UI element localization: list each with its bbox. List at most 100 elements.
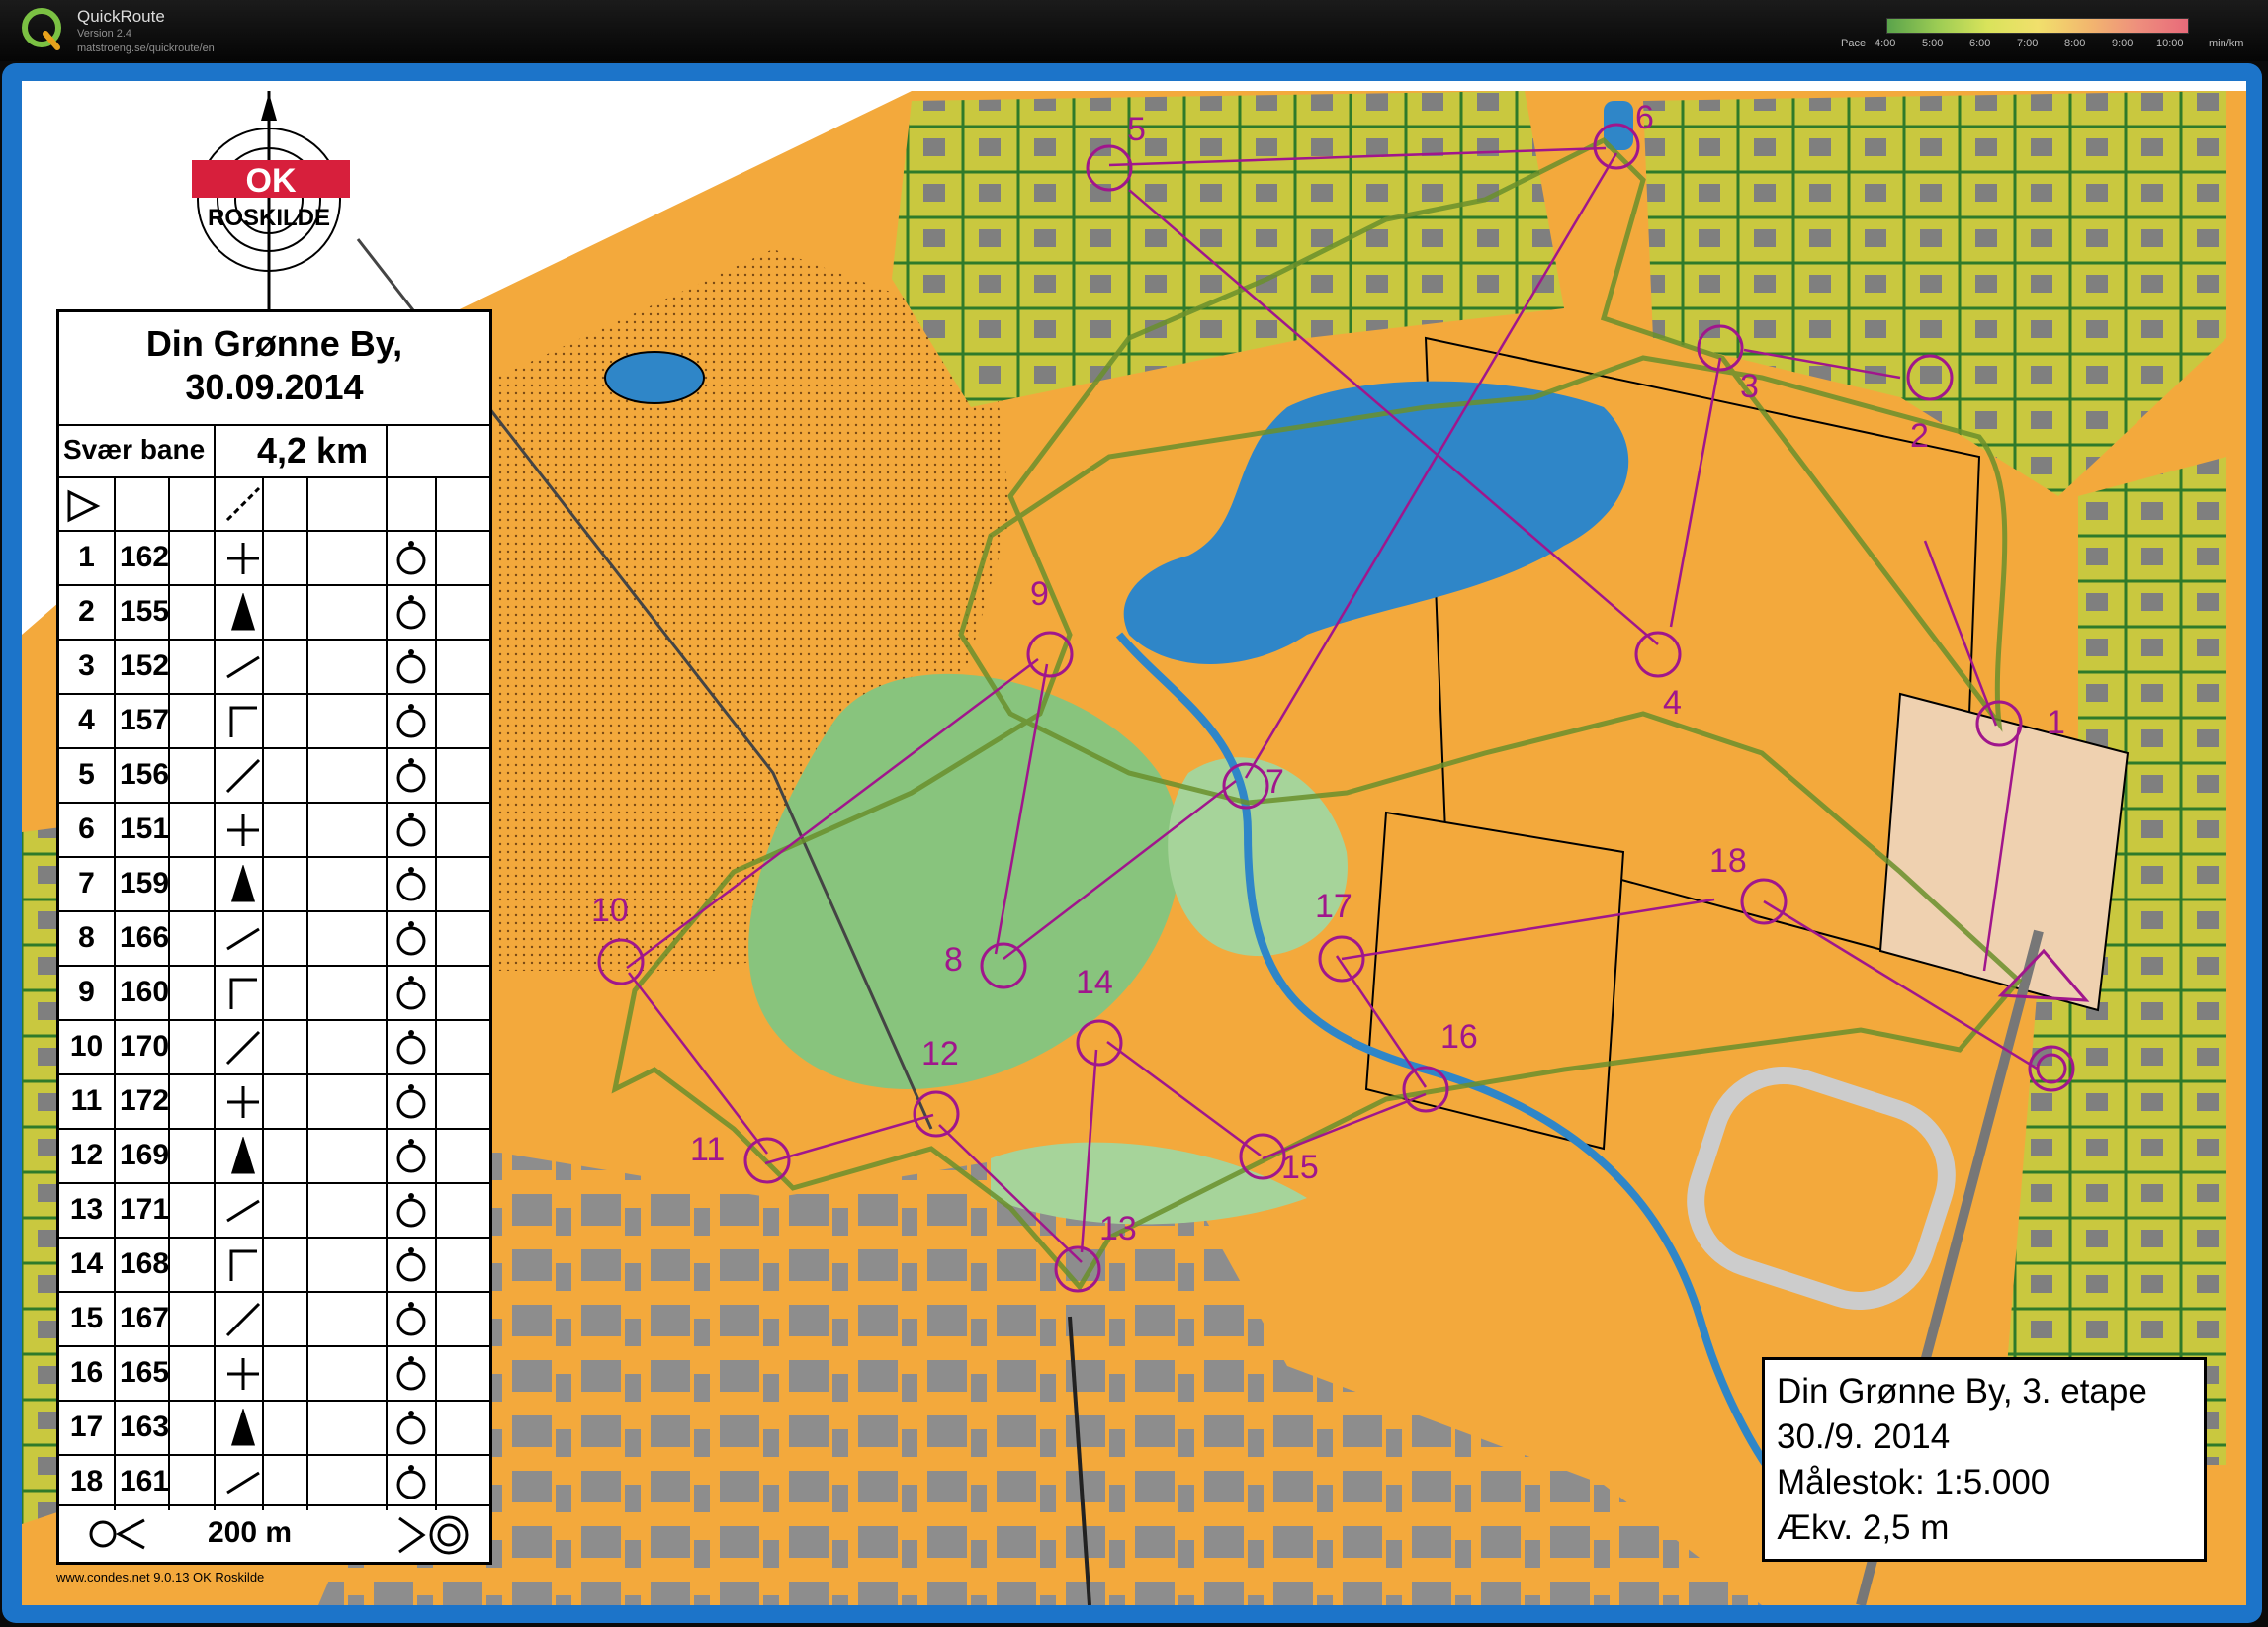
position-symbol-icon (396, 1302, 426, 1336)
pace-label: Pace (1841, 38, 1867, 49)
control-label: 13 (1099, 1210, 1137, 1247)
control-code: 172 (119, 1084, 170, 1117)
control-row: 12 169 (59, 1128, 489, 1184)
pace-tick: 5:00 (1922, 38, 1944, 49)
control-number: 15 (69, 1302, 104, 1334)
feature-symbol-icon (230, 1137, 256, 1174)
position-symbol-icon (396, 704, 426, 738)
control-row: 4 157 (59, 693, 489, 749)
control-label: 5 (1127, 111, 1146, 148)
control-code: 155 (119, 595, 170, 628)
control-number: 4 (78, 704, 95, 736)
start-triangle-icon (67, 489, 101, 523)
control-label: 11 (690, 1131, 725, 1168)
svg-text:ROSKILDE: ROSKILDE (208, 205, 330, 231)
event-title: Din Grønne By, 30.09.2014 (145, 323, 403, 407)
feature-symbol-icon (229, 706, 257, 737)
app-version: Version 2.4 (77, 28, 132, 40)
control-label: 3 (1740, 368, 1759, 405)
control-label: 14 (1076, 964, 1113, 1001)
course-header-row: Svær bane 4,2 km (59, 424, 489, 478)
app-title: QuickRoute (77, 7, 165, 26)
control-label: 8 (944, 941, 963, 979)
pace-tick: 7:00 (2017, 38, 2039, 49)
control-row: 18 161 (59, 1454, 489, 1510)
control-code: 171 (119, 1193, 170, 1226)
svg-text:OK: OK (246, 162, 297, 200)
control-code: 156 (119, 758, 170, 791)
control-row: 13 171 (59, 1182, 489, 1239)
position-symbol-icon (396, 867, 426, 901)
control-number: 10 (69, 1030, 104, 1063)
pace-color-scale (1886, 18, 2189, 34)
title-bar: QuickRoute Version 2.4 matstroeng.se/qui… (0, 0, 2268, 61)
info-scale: Målestok: 1:5.000 (1777, 1463, 2050, 1501)
pace-tick: 9:00 (2112, 38, 2134, 49)
course-name: Svær bane (63, 434, 206, 465)
control-code: 166 (119, 921, 170, 954)
position-symbol-icon (396, 758, 426, 793)
control-label: 1 (2047, 704, 2065, 741)
feature-symbol-icon (226, 927, 260, 951)
control-label: 4 (1663, 684, 1682, 722)
control-number: 11 (70, 1084, 103, 1117)
pace-tick: 6:00 (1969, 38, 1991, 49)
feature-symbol-icon (226, 1199, 260, 1223)
app-url: matstroeng.se/quickroute/en (77, 43, 215, 54)
feature-symbol-icon (225, 1302, 261, 1337)
control-label: 15 (1281, 1149, 1319, 1186)
feature-symbol-icon (229, 1249, 257, 1281)
pace-tick: 10:00 (2156, 38, 2184, 49)
control-code: 152 (119, 649, 170, 682)
info-date: 30./9. 2014 (1777, 1417, 1951, 1456)
position-symbol-icon (396, 1084, 426, 1119)
control-label: 10 (591, 892, 629, 929)
credit-text: www.condes.net 9.0.13 OK Roskilde (56, 1570, 265, 1584)
control-row: 16 165 (59, 1345, 489, 1402)
control-row: 3 152 (59, 639, 489, 695)
control-label: 12 (921, 1035, 959, 1072)
position-symbol-icon (396, 541, 426, 575)
finish-arrow-icon (89, 1518, 145, 1550)
control-code: 159 (119, 867, 170, 899)
control-number: 16 (69, 1356, 104, 1389)
feature-symbol-icon (226, 655, 260, 679)
control-number: 8 (78, 921, 95, 954)
control-code: 170 (119, 1030, 170, 1063)
position-symbol-icon (396, 1247, 426, 1282)
control-number: 17 (69, 1411, 104, 1443)
control-row: 8 166 (59, 910, 489, 967)
pace-unit: min/km (2209, 38, 2244, 49)
control-code: 160 (119, 976, 170, 1008)
control-label: 6 (1635, 99, 1654, 136)
feature-symbol-icon (225, 1030, 261, 1066)
control-label: 7 (1265, 763, 1284, 801)
control-label: 2 (1910, 417, 1929, 455)
control-row: 5 156 (59, 747, 489, 804)
control-code: 163 (119, 1411, 170, 1443)
control-number: 13 (69, 1193, 104, 1226)
feature-symbol-icon (227, 1086, 259, 1118)
position-symbol-icon (396, 1030, 426, 1065)
map-info-box: Din Grønne By, 3. etape 30./9. 2014 Måle… (1762, 1357, 2207, 1562)
start-row (59, 476, 489, 532)
control-label: 18 (1709, 842, 1747, 880)
info-contour: Ækv. 2,5 m (1777, 1508, 1950, 1547)
position-symbol-icon (396, 1465, 426, 1499)
control-number: 1 (78, 541, 95, 573)
control-code: 167 (119, 1302, 170, 1334)
control-code: 168 (119, 1247, 170, 1280)
control-number: 5 (78, 758, 95, 791)
feature-symbol-icon (227, 1358, 259, 1390)
control-row: 9 160 (59, 965, 489, 1021)
control-number: 9 (78, 976, 95, 1008)
control-number: 18 (69, 1465, 104, 1498)
position-symbol-icon (396, 649, 426, 684)
position-symbol-icon (396, 1139, 426, 1173)
control-row: 15 167 (59, 1291, 489, 1347)
control-label: 17 (1315, 888, 1352, 925)
course-length: 4,2 km (257, 430, 369, 471)
position-symbol-icon (396, 595, 426, 630)
control-row: 1 162 (59, 530, 489, 586)
feature-symbol-icon (230, 593, 256, 631)
